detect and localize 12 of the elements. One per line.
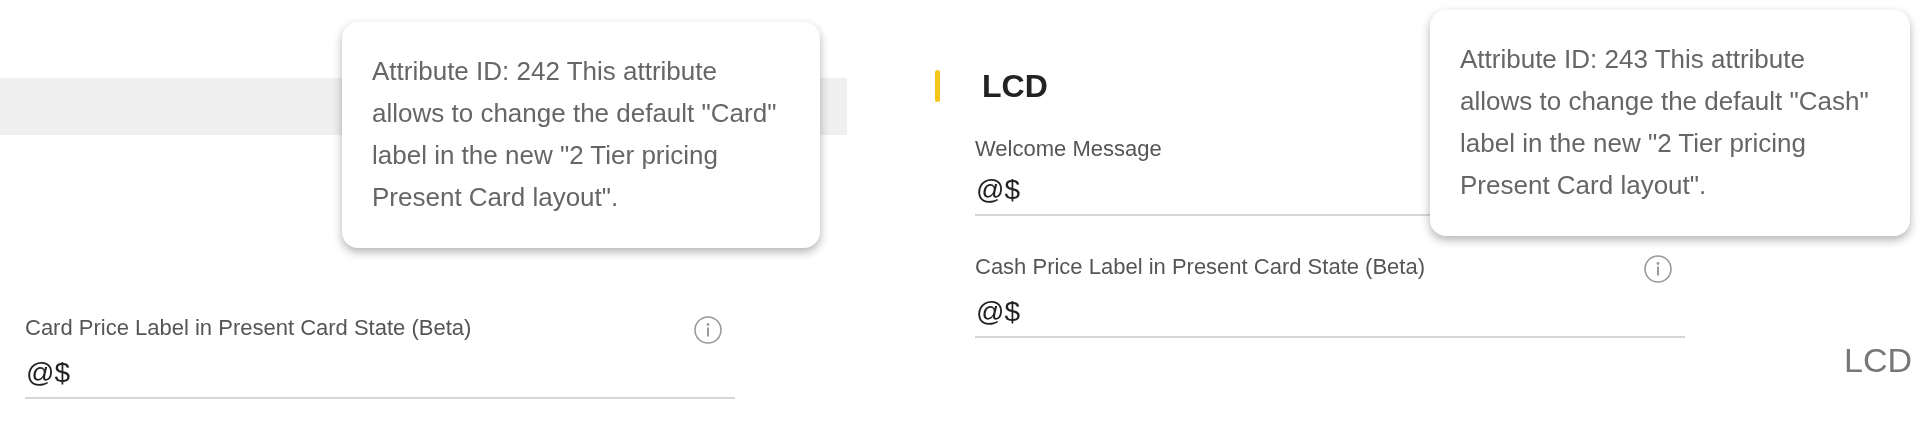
preview-label: LCD (1843, 340, 1912, 381)
input-field[interactable]: @$ (975, 294, 1685, 338)
field-label: Cash Price Label in Present Card State (Beta) (975, 254, 1425, 280)
tooltip: Attribute ID: 243 This attribute allows to change the default "Cash" label in the new "2 Tier pricing Present Card layout". (1430, 10, 1910, 236)
tooltip: Attribute ID: 242 This attribute allows to change the default "Card" label in the new "2 Tier pricing Present Card layout". (342, 22, 820, 248)
info-icon[interactable] (693, 315, 723, 345)
section-accent (935, 70, 940, 102)
input-field[interactable]: @$ (25, 355, 735, 399)
info-icon[interactable] (1643, 254, 1673, 284)
field-label: Welcome Message (975, 136, 1162, 162)
section-title: LCD (982, 67, 1048, 106)
field-label: Card Price Label in Present Card State (Beta) (25, 315, 472, 341)
